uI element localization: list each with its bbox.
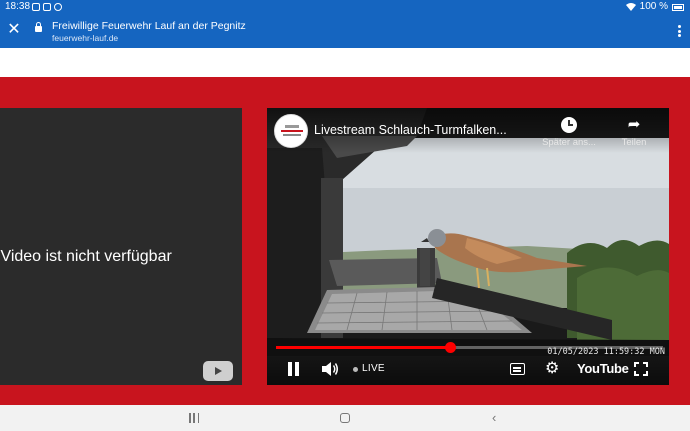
share-icon: ➦ [627, 116, 641, 133]
sync-notification-icon [54, 3, 62, 11]
gallery-notification-icon [32, 3, 40, 11]
page-header-strip [0, 48, 690, 77]
watch-later-button[interactable]: Später ans... [535, 117, 603, 148]
progress-bar[interactable] [276, 342, 663, 353]
battery-icon [672, 3, 684, 11]
video-title[interactable]: Livestream Schlauch-Turmfalken... [314, 123, 507, 137]
pause-icon[interactable] [287, 362, 301, 376]
wifi-icon [625, 3, 636, 11]
share-button[interactable]: ➦ Teilen [612, 116, 656, 149]
gear-icon[interactable]: ⚙ [545, 361, 561, 377]
page-url[interactable]: feuerwehr-lauf.de [52, 33, 118, 43]
share-label: Teilen [621, 137, 647, 148]
status-bar: 18:38 100 % [0, 0, 690, 14]
battery-percent: 100 % [639, 1, 668, 12]
live-indicator-dot [353, 367, 358, 372]
live-video-player[interactable]: Livestream Schlauch-Turmfalken... Später… [267, 108, 669, 385]
system-navigation-bar: ‹ [0, 405, 690, 431]
status-time: 18:38 [5, 1, 31, 12]
youtube-play-logo-icon[interactable] [203, 361, 233, 381]
fullscreen-icon[interactable] [634, 362, 648, 376]
custom-tab-toolbar: ✕ Freiwillige Feuerwehr Lauf an der Pegn… [0, 14, 690, 48]
volume-icon[interactable] [321, 361, 339, 377]
home-icon[interactable] [340, 413, 350, 423]
unavailable-video-player[interactable]: s Video ist nicht verfügbar [0, 108, 242, 385]
close-icon[interactable]: ✕ [6, 22, 22, 38]
more-vert-icon[interactable] [674, 23, 684, 39]
player-controls: LIVE ⚙ YouTube [267, 356, 669, 385]
youtube-logo[interactable]: YouTube [577, 361, 629, 376]
lock-icon [35, 22, 42, 32]
clock-icon [561, 117, 577, 133]
watch-later-label: Später ans... [542, 137, 596, 148]
channel-avatar[interactable] [274, 114, 308, 148]
message-notification-icon [43, 3, 51, 11]
subtitles-icon[interactable] [510, 363, 525, 375]
video-unavailable-message: s Video ist nicht verfügbar [0, 248, 172, 265]
progress-played [276, 346, 451, 349]
back-icon[interactable]: ‹ [492, 411, 504, 425]
notification-icons [32, 3, 62, 11]
screen: 18:38 100 % ✕ Freiwillige Feuerwehr Lauf… [0, 0, 690, 431]
status-right: 100 % [625, 0, 684, 14]
live-label[interactable]: LIVE [362, 363, 385, 374]
page-title: Freiwillige Feuerwehr Lauf an der Pegnit… [52, 20, 246, 32]
recent-apps-icon[interactable] [189, 413, 199, 423]
